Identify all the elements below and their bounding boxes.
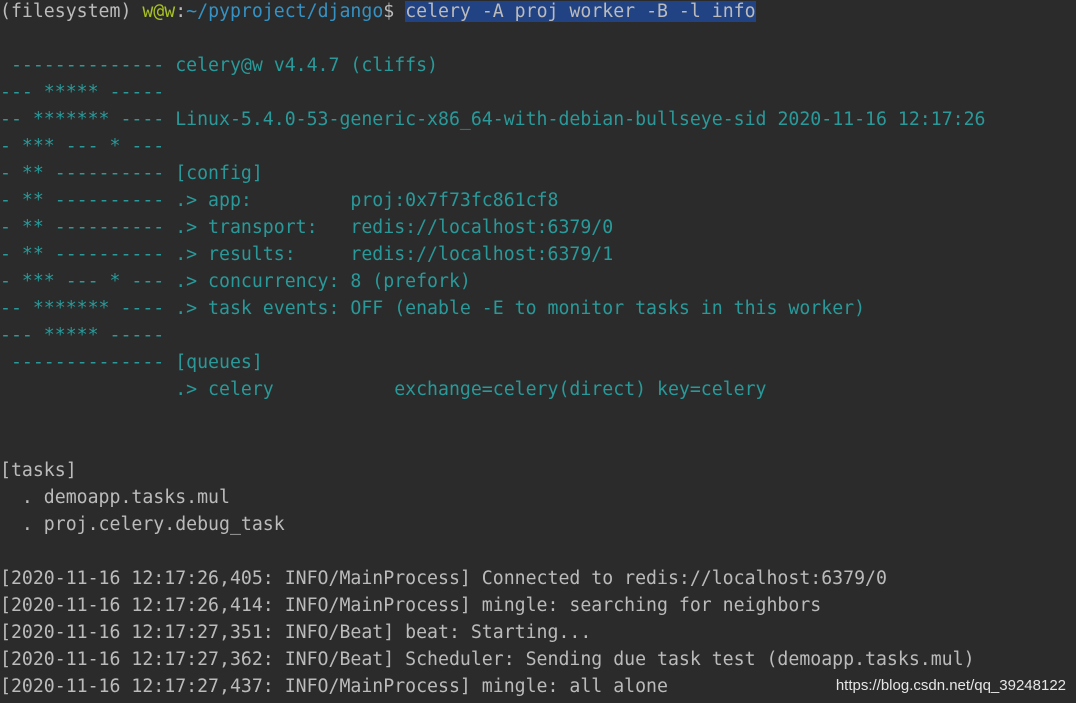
banner-line: - *** --- * --- .> concurrency: 8 (prefo… [0,268,471,295]
banner-art: --- ***** ----- [0,82,176,103]
banner-line: --- ***** ----- [0,79,175,106]
banner-art [0,379,175,400]
banner-text: .> transport: redis://localhost:6379/0 [175,217,614,238]
banner-text: celery@w v4.4.7 (cliffs) [175,55,438,76]
banner-line: - *** --- * --- [0,133,175,160]
banner-line: -- ******* ---- .> task events: OFF (ena… [0,295,865,322]
banner-line: - ** ---------- [config] [0,160,263,187]
banner-text: .> app: proj:0x7f73fc861cf8 [175,190,559,211]
banner-art: - *** --- * --- [0,271,176,292]
tasks-header: [tasks] [0,460,77,481]
banner-art: -- ******* ---- [0,298,176,319]
banner-line: - ** ---------- .> transport: redis://lo… [0,214,613,241]
banner-art: - ** ---------- [0,244,176,265]
banner-line: -------------- celery@w v4.4.7 (cliffs) [0,52,438,79]
banner-text: [config] [175,163,263,184]
user-host: w@w [142,1,176,22]
banner-line: -- ******* ---- Linux-5.4.0-53-generic-x… [0,106,986,133]
prompt-line: (filesystem) w@w:~/pyproject/django$ cel… [0,0,756,25]
banner-line: -------------- [queues] [0,349,263,376]
command-text[interactable]: celery -A proj worker -B -l info [405,1,756,22]
banner-line: - ** ---------- .> app: proj:0x7f73fc861… [0,187,558,214]
banner-text: .> task events: OFF (enable -E to monito… [175,298,866,319]
banner-art: - *** --- * --- [0,136,176,157]
task-item: . proj.celery.debug_task [0,514,285,535]
banner-line: .> celery exchange=celery(direct) key=ce… [0,376,767,403]
banner-art: -- ******* ---- [0,109,176,130]
watermark-url: https://blog.csdn.net/qq_39248122 [835,677,1066,694]
banner-art: - ** ---------- [0,190,176,211]
banner-text: Linux-5.4.0-53-generic-x86_64-with-debia… [175,109,986,130]
banner-line: --- ***** ----- [0,322,175,349]
banner-text: [queues] [175,352,263,373]
banner-art: --- ***** ----- [0,325,176,346]
banner-text: .> concurrency: 8 (prefork) [175,271,471,292]
banner-line: - ** ---------- .> results: redis://loca… [0,241,613,268]
log-line: [2020-11-16 12:17:27,437: INFO/MainProce… [0,676,668,697]
log-line: [2020-11-16 12:17:27,362: INFO/Beat] Sch… [0,649,975,670]
task-item: . demoapp.tasks.mul [0,487,230,508]
current-path: ~/pyproject/django [186,1,384,22]
prompt-colon: : [175,1,187,22]
terminal-window[interactable]: (filesystem) w@w:~/pyproject/django$ cel… [0,0,1076,703]
log-line: [2020-11-16 12:17:26,405: INFO/MainProce… [0,568,887,589]
prompt-dollar: $ [383,1,406,22]
banner-art: -------------- [0,352,176,373]
banner-text: .> celery exchange=celery(direct) key=ce… [175,379,767,400]
banner-art: - ** ---------- [0,217,176,238]
virtualenv-label: (filesystem) [0,1,143,22]
log-line: [2020-11-16 12:17:26,414: INFO/MainProce… [0,595,822,616]
banner-art: -------------- [0,55,176,76]
log-line: [2020-11-16 12:17:27,351: INFO/Beat] bea… [0,622,592,643]
banner-art: - ** ---------- [0,163,176,184]
banner-text: .> results: redis://localhost:6379/1 [175,244,614,265]
